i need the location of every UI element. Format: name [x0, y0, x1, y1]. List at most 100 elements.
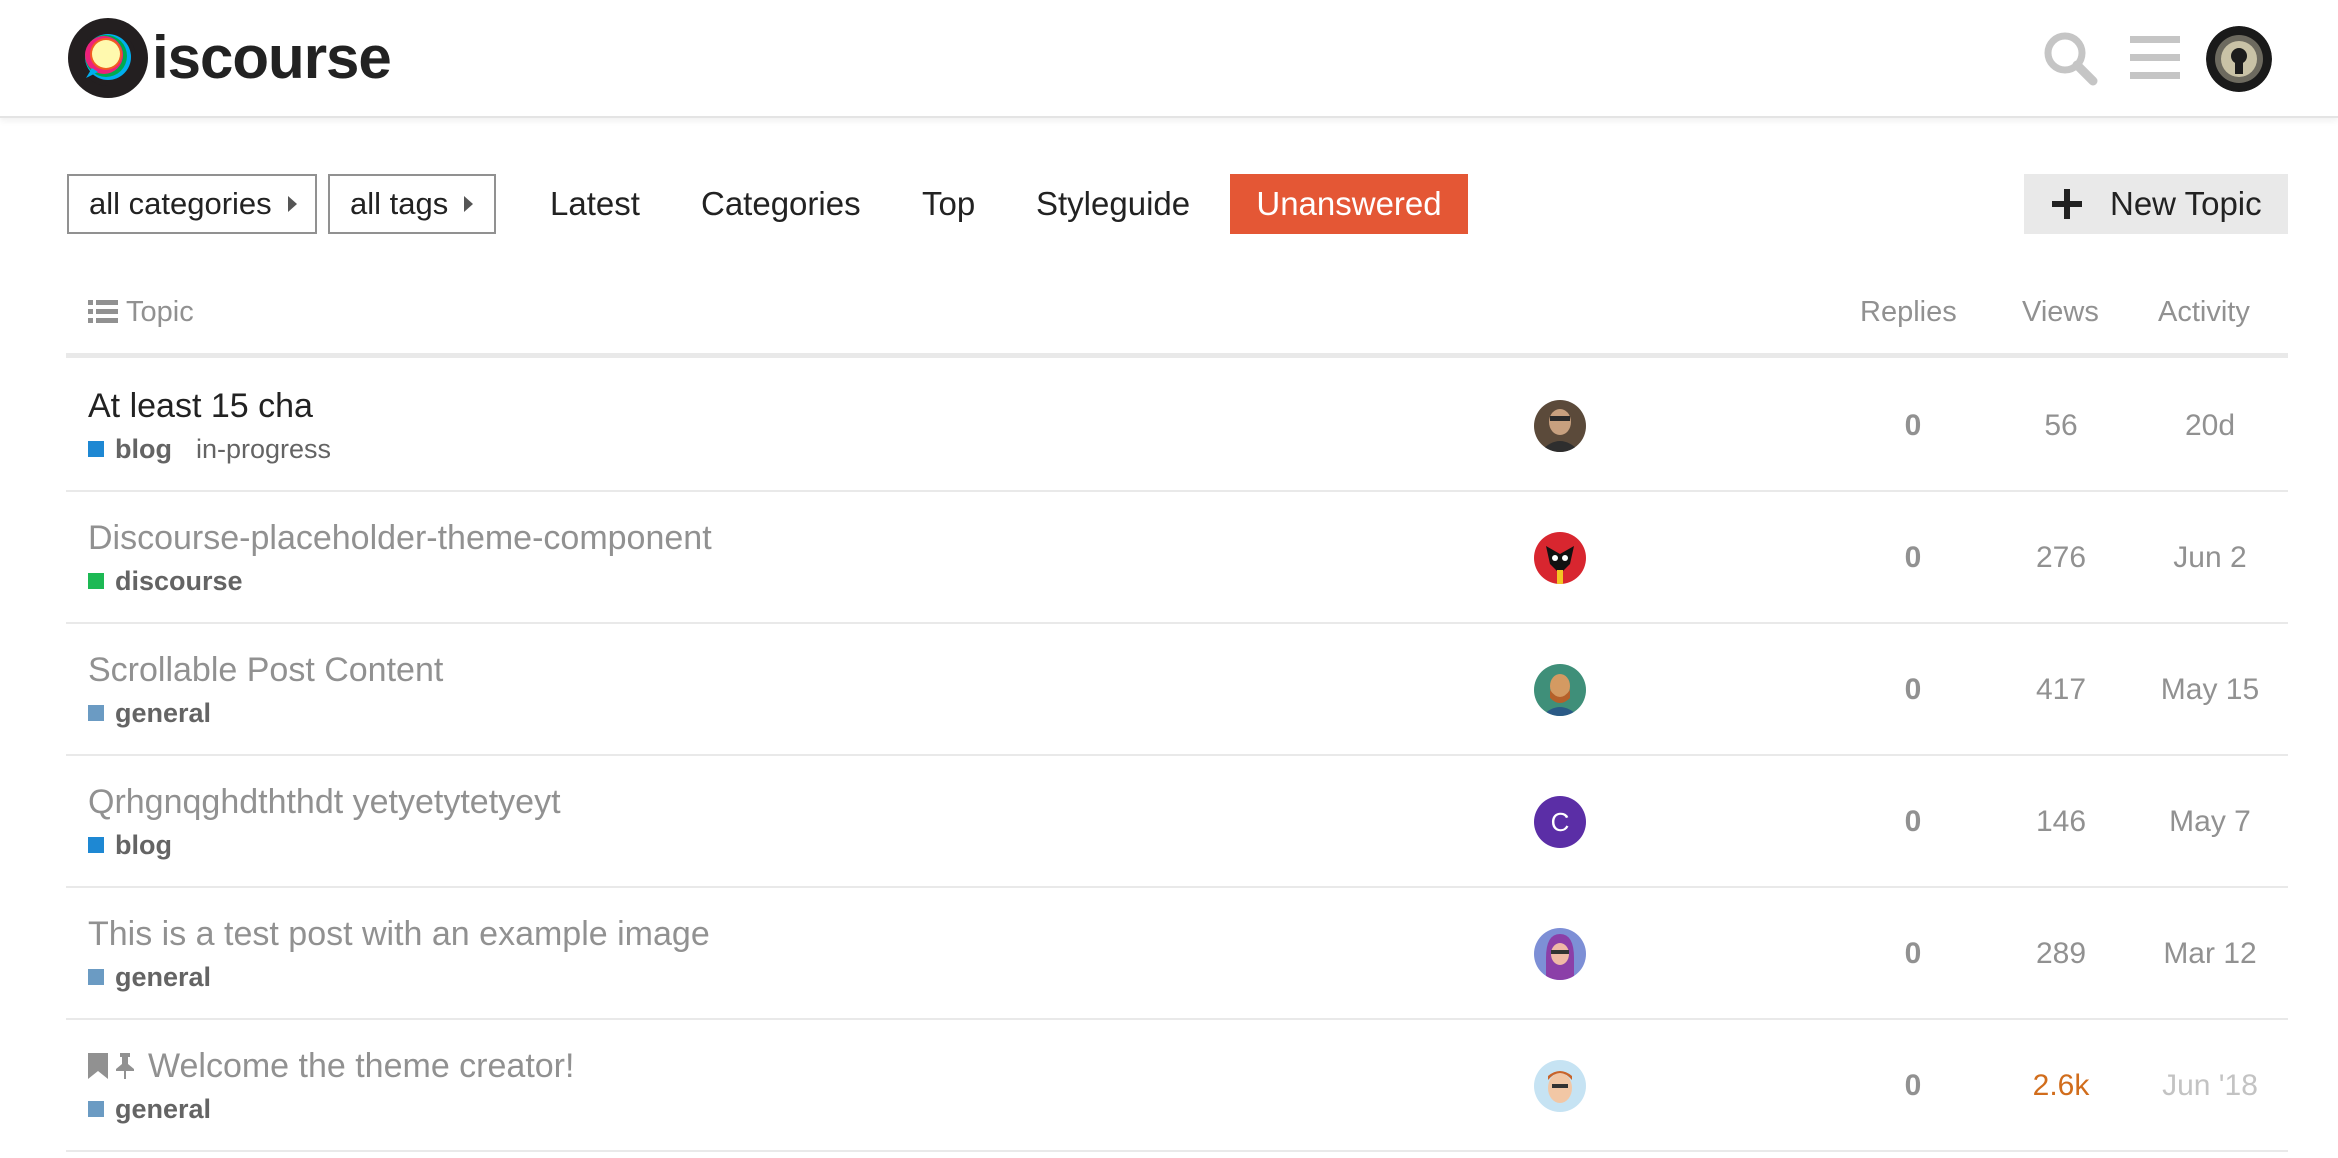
category-name: general: [115, 1093, 212, 1124]
topic-title[interactable]: At least 15 cha: [88, 386, 313, 426]
category-badge[interactable]: blog: [88, 830, 172, 861]
topic-meta: discourse: [88, 564, 243, 598]
topic-list-header: Topic Replies Views Activity: [66, 276, 2288, 358]
nav-top[interactable]: Top: [922, 174, 975, 234]
category-color-square: [88, 441, 104, 457]
topic-title[interactable]: Qrhgnqghdththdt yetyetytetyeyt: [88, 782, 561, 822]
category-color-square: [88, 573, 104, 589]
column-views[interactable]: Views: [2022, 294, 2099, 330]
activity-time[interactable]: May 7: [2140, 802, 2280, 842]
discourse-logo-icon: [68, 18, 148, 98]
current-user-avatar[interactable]: [2206, 26, 2272, 92]
topic-row: This is a test post with an example imag…: [66, 888, 2288, 1020]
user-avatar-icon: [1534, 928, 1586, 980]
topic-title-container[interactable]: Welcome the theme creator!: [88, 1046, 574, 1086]
category-badge[interactable]: general: [88, 962, 211, 993]
views-count: 146: [2035, 805, 2087, 838]
topic-meta: blog in-progress: [88, 432, 331, 466]
hamburger-menu-icon[interactable]: [2128, 30, 2184, 86]
replies-count: 0: [1904, 1069, 1922, 1102]
category-dropdown[interactable]: all categories: [67, 174, 317, 234]
views-count: 2.6k: [2032, 1069, 2090, 1102]
category-badge[interactable]: general: [88, 1094, 211, 1125]
navigation-bar: all categories all tags Latest Categorie…: [0, 172, 2338, 236]
column-activity[interactable]: Activity: [2158, 294, 2250, 330]
nav-unanswered[interactable]: Unanswered: [1230, 174, 1468, 234]
list-icon: [88, 300, 118, 323]
views-count: 276: [2035, 541, 2087, 574]
category-color-square: [88, 705, 104, 721]
category-color-square: [88, 1101, 104, 1117]
topic-row: Qrhgnqghdththdt yetyetytetyeyt blog C 0 …: [66, 756, 2288, 888]
topic-status-icons: [88, 1053, 142, 1079]
tag-dropdown-label: all tags: [350, 186, 449, 221]
topic-meta: general: [88, 960, 211, 994]
poster-avatar[interactable]: [1534, 1060, 1586, 1112]
replies-count: 0: [1904, 673, 1922, 706]
activity-time[interactable]: May 15: [2140, 670, 2280, 710]
category-name: general: [115, 961, 212, 992]
avatar-letter: C: [1550, 807, 1570, 837]
topic-meta: general: [88, 1092, 211, 1126]
category-color-square: [88, 969, 104, 985]
topic-row: Welcome the theme creator! general 0 2.6…: [66, 1020, 2288, 1152]
user-avatar-icon: [2206, 26, 2272, 92]
tag-dropdown[interactable]: all tags: [328, 174, 496, 234]
column-topic-label: Topic: [126, 296, 194, 328]
topic-tag[interactable]: in-progress: [196, 434, 331, 465]
category-badge[interactable]: general: [88, 698, 211, 729]
replies-count: 0: [1904, 805, 1922, 838]
plus-icon: [2052, 189, 2082, 219]
nav-styleguide[interactable]: Styleguide: [1036, 174, 1190, 234]
views-count: 289: [2035, 937, 2087, 970]
replies-count: 0: [1904, 541, 1922, 574]
category-badge[interactable]: discourse: [88, 566, 243, 597]
search-icon[interactable]: [2042, 30, 2098, 86]
views-count: 56: [2044, 409, 2078, 442]
views-count: 417: [2035, 673, 2087, 706]
poster-avatar[interactable]: C: [1534, 796, 1586, 848]
topic-title[interactable]: This is a test post with an example imag…: [88, 914, 710, 954]
activity-time[interactable]: Jun '18: [2140, 1066, 2280, 1106]
category-badge[interactable]: blog: [88, 434, 172, 465]
poster-avatar[interactable]: [1534, 400, 1586, 452]
discourse-logo[interactable]: iscourse: [66, 16, 392, 100]
new-topic-label: New Topic: [2110, 185, 2262, 222]
replies-count: 0: [1904, 937, 1922, 970]
poster-avatar[interactable]: [1534, 532, 1586, 584]
category-name: blog: [115, 433, 172, 464]
caret-right-icon: [464, 196, 474, 212]
user-avatar-icon: [1534, 532, 1586, 584]
nav-latest[interactable]: Latest: [550, 174, 640, 234]
user-avatar-icon: [1534, 400, 1586, 452]
category-name: general: [115, 697, 212, 728]
topic-meta: blog: [88, 828, 172, 862]
bookmark-icon: [88, 1053, 108, 1079]
category-name: discourse: [115, 565, 243, 596]
poster-avatar[interactable]: [1534, 928, 1586, 980]
poster-avatar[interactable]: [1534, 664, 1586, 716]
user-avatar-icon: [1534, 1060, 1586, 1112]
column-replies[interactable]: Replies: [1860, 294, 1957, 330]
new-topic-button[interactable]: New Topic: [2024, 174, 2288, 234]
topic-list: At least 15 cha blog in-progress 0 56 20…: [66, 360, 2288, 1152]
category-dropdown-label: all categories: [89, 186, 272, 221]
topic-row: Discourse-placeholder-theme-component di…: [66, 492, 2288, 624]
category-name: blog: [115, 829, 172, 860]
topic-title: Welcome the theme creator!: [148, 1047, 575, 1085]
column-topic[interactable]: Topic: [88, 294, 194, 330]
pin-icon: [116, 1053, 134, 1079]
site-header: iscourse: [0, 0, 2338, 118]
nav-categories[interactable]: Categories: [701, 174, 861, 234]
replies-count: 0: [1904, 409, 1922, 442]
activity-time[interactable]: 20d: [2140, 406, 2280, 446]
topic-row: At least 15 cha blog in-progress 0 56 20…: [66, 360, 2288, 492]
topic-title[interactable]: Discourse-placeholder-theme-component: [88, 518, 712, 558]
logo-text: iscourse: [152, 24, 392, 91]
topic-row: Scrollable Post Content general 0 417 Ma…: [66, 624, 2288, 756]
topic-title[interactable]: Scrollable Post Content: [88, 650, 443, 690]
category-color-square: [88, 837, 104, 853]
activity-time[interactable]: Jun 2: [2140, 538, 2280, 578]
activity-time[interactable]: Mar 12: [2140, 934, 2280, 974]
topic-meta: general: [88, 696, 211, 730]
